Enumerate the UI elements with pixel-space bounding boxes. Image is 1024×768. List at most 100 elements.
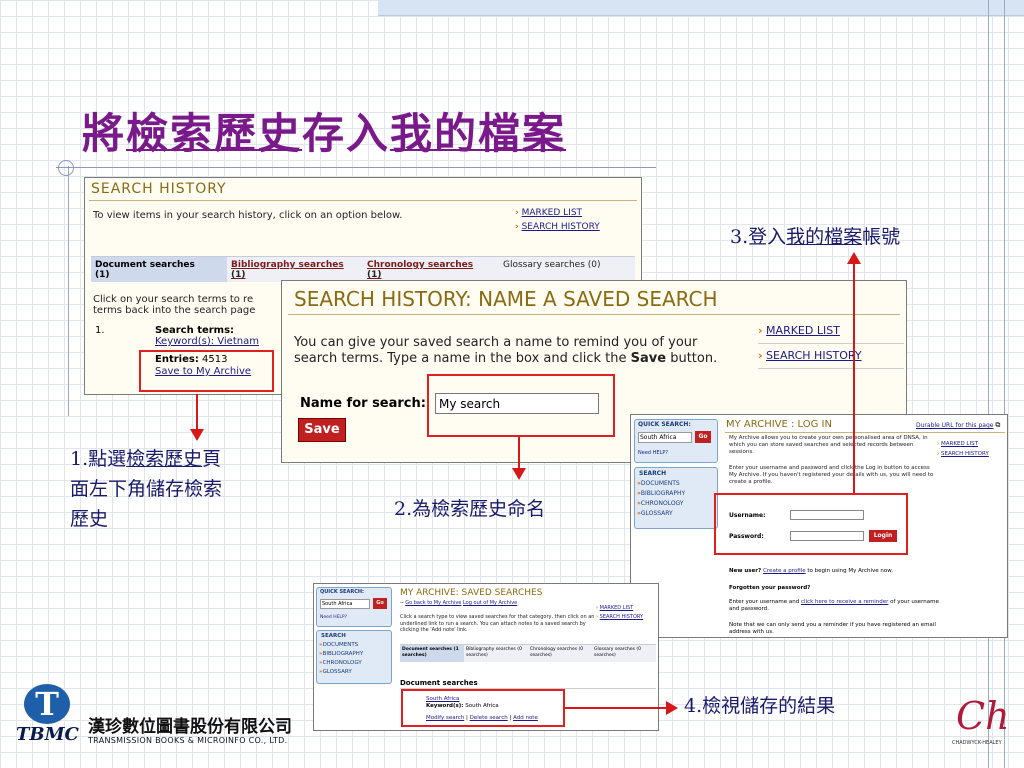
callout-step-4: 4.檢視儲存的結果 [684,695,836,717]
nav-documents[interactable]: »DOCUMENTS [319,641,391,650]
connector-line-4 [565,707,667,709]
tbmc-logo: T TBMC [16,684,88,748]
decor-circle [58,160,74,176]
tab-glossary-searches[interactable]: Glossary searches (0 searches) [592,645,656,662]
nav-bibliography[interactable]: »BIBLIOGRAPHY [637,489,717,499]
reminder-link[interactable]: click here to receive a reminder [801,599,888,605]
nav-chronology[interactable]: »CHRONOLOGY [319,659,391,668]
row-number: 1. [95,325,105,336]
marked-list-link[interactable]: › MARKED LIST [758,319,904,344]
search-history-link[interactable]: › SEARCH HISTORY [596,613,643,622]
marked-list-link[interactable]: › MARKED LIST [515,206,600,220]
company-name-cn: 漢珍數位圖書股份有限公司 [88,717,292,737]
arrow-head-1 [190,429,204,441]
forgot-password-heading: Forgotten your password? [729,585,811,591]
quick-search-box: QUICK SEARCH: South Africa Go Need HELP? [316,587,392,627]
tab-document-searches[interactable]: Document searches (1) [91,257,227,282]
side-links: › MARKED LIST › SEARCH HISTORY [758,319,904,369]
archive-intro: My Archive allows you to create your own… [729,435,928,455]
connector-line-1 [196,394,198,430]
highlight-box-name-input [427,374,615,437]
intro-text: To view items in your search history, cl… [93,210,403,221]
decor-line [1004,0,1005,768]
search-terms: Search terms: Keyword(s): Vietnam [155,325,259,347]
company-name-en: TRANSMISSION BOOKS & MICROINFO CO., LTD. [88,736,288,745]
panel-header: SEARCH HISTORY [91,181,227,197]
go-button[interactable]: Go [373,598,387,609]
search-terms-link[interactable]: Keyword(s): Vietnam [155,336,259,347]
arrow-head-2 [512,468,526,480]
header-rule [89,200,637,201]
nav-glossary[interactable]: »GLOSSARY [637,509,717,519]
logout-link[interactable]: Log out of My Archive [463,600,517,606]
tab-document-searches[interactable]: Document searches (1 searches) [400,645,464,662]
connector-line-2 [518,437,520,469]
intro-text: You can give your saved search a name to… [294,335,718,366]
section-heading: Document searches [400,679,478,687]
callout-step-2: 2.為檢索歷史命名 [394,498,546,520]
reminder-note: Note that we can only send you a reminde… [729,622,936,635]
search-history-link[interactable]: › SEARCH HISTORY [758,344,904,369]
quick-search-input[interactable]: South Africa [320,599,370,609]
decor-line [988,0,989,768]
click-instruction: Click on your search terms to re terms ba… [93,294,256,316]
panel-header: SEARCH HISTORY: NAME A SAVED SEARCH [294,287,718,311]
login-instruction: Enter your username and password and cli… [729,465,934,485]
quick-search-input[interactable]: South Africa [638,432,692,443]
need-help-link[interactable]: Need HELP? [320,615,347,620]
tab-glossary-searches[interactable]: Glossary searches (0) [499,257,627,282]
nav-bibliography[interactable]: »BIBLIOGRAPHY [319,650,391,659]
saved-searches-intro: Click a search type to view saved search… [400,614,595,633]
durable-url-link[interactable]: Durable URL for this page ⧉ [916,421,1000,430]
side-links: › MARKED LIST › SEARCH HISTORY [937,439,989,459]
decor-vertical-line [68,166,69,416]
tab-chronology-searches[interactable]: Chronology searches (0 searches) [528,645,592,662]
saved-search-tabs: Document searches (1 searches) Bibliogra… [400,644,656,662]
go-button[interactable]: Go [695,431,711,443]
tab-bibliography-searches[interactable]: Bibliography searches (1) [227,257,363,282]
search-type-tabs: Document searches (1) Bibliography search… [91,256,635,282]
marked-list-link[interactable]: › MARKED LIST [937,439,989,449]
panel-header: MY ARCHIVE: SAVED SEARCHES [400,588,543,598]
connector-line-3 [853,262,855,493]
title-underline-rule [56,167,656,168]
ch-emblem: Ch [956,694,1010,738]
tbmc-emblem: T [24,684,70,724]
nav-chronology[interactable]: »CHRONOLOGY [637,499,717,509]
new-user-line: New user? Create a profile to begin usin… [729,568,894,574]
highlight-box-saved-result [401,689,565,727]
archive-nav-links: -- Go back to My Archive Log out of My A… [400,600,518,606]
need-help-link[interactable]: Need HELP? [638,450,668,456]
reminder-line: Enter your username and click here to re… [729,599,939,612]
search-nav: SEARCH »DOCUMENTS »BIBLIOGRAPHY »CHRONOL… [634,467,718,529]
save-button[interactable]: Save [298,418,346,442]
nav-glossary[interactable]: »GLOSSARY [319,668,391,677]
side-links: › MARKED LIST › SEARCH HISTORY [596,604,643,622]
callout-step-1: 1.點選檢索歷史頁 面左下角儲存檢索 歷史 [70,448,223,530]
callout-step-3: 3.登入我的檔案帳號 [730,226,901,248]
chadwyck-healey-wordmark: CHADWYCK-HEALEY [952,740,1002,746]
tab-bibliography-searches[interactable]: Bibliography searches (0 searches) [464,645,528,662]
header-rule [288,314,900,315]
highlight-box-login [714,493,908,555]
highlight-box-save-link [139,350,274,392]
tbmc-wordmark: TBMC [16,724,79,745]
search-history-link[interactable]: › SEARCH HISTORY [515,220,600,234]
nav-documents[interactable]: »DOCUMENTS [637,479,717,489]
back-to-archive-link[interactable]: Go back to My Archive [405,600,461,606]
tab-chronology-searches[interactable]: Chronology searches (1) [363,257,499,282]
search-nav: SEARCH »DOCUMENTS »BIBLIOGRAPHY »CHRONOL… [316,630,392,684]
slide-title: 將檢索歷史存入我的檔案 [82,109,567,158]
quick-search-box: QUICK SEARCH: South Africa Go Need HELP? [634,419,718,463]
top-decor-bar [378,0,1024,16]
arrow-head-4 [666,701,678,715]
create-profile-link[interactable]: Create a profile [763,568,806,574]
search-history-link[interactable]: › SEARCH HISTORY [937,449,989,459]
header-rule [725,432,1005,433]
arrow-head-3 [847,252,861,264]
panel-header: MY ARCHIVE : LOG IN [726,419,832,430]
name-for-search-label: Name for search: [300,396,426,411]
marked-list-link[interactable]: › MARKED LIST [596,604,643,613]
side-links: › MARKED LIST › SEARCH HISTORY [515,206,600,234]
chadwyck-healey-logo: Ch CHADWYCK-HEALEY [952,694,1012,754]
